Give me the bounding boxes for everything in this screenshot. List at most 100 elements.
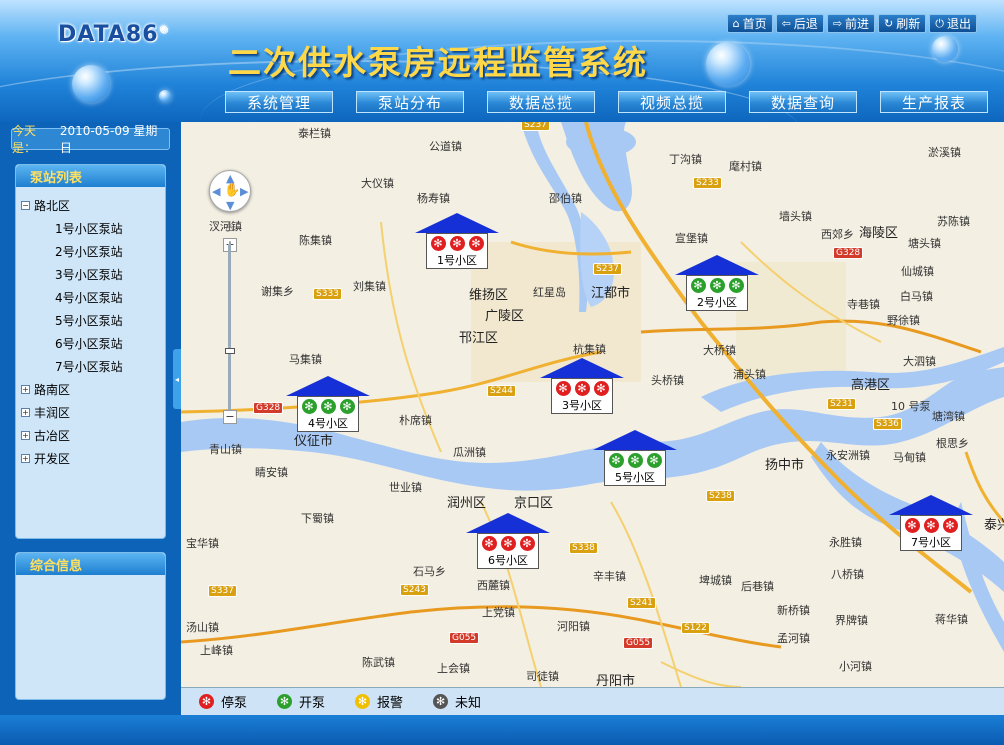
road-shield: S122 [681, 622, 710, 634]
map-place-label: 头桥镇 [651, 374, 684, 387]
tree-leaf-station[interactable]: 1号小区泵站 [21, 217, 165, 240]
map-place-label: 丹阳市 [596, 674, 636, 687]
map-place-label: 蒋华镇 [935, 613, 968, 626]
expand-icon[interactable]: + [21, 454, 30, 463]
map-place-label: 野徐镇 [887, 314, 920, 327]
station-body: ✻ ✻ ✻ 6号小区 [477, 533, 539, 569]
zoom-track[interactable] [228, 244, 231, 420]
pump-stopped-icon: ✻ [574, 381, 590, 396]
refresh-button[interactable]: ↻ 刷新 [878, 14, 927, 33]
map-place-label: 小河镇 [839, 660, 872, 673]
logo: DATA86® [58, 22, 170, 47]
zoom-handle[interactable] [225, 348, 235, 354]
power-icon: ⏻ [935, 16, 944, 30]
nav-data-overview[interactable]: 数据总揽 [487, 91, 595, 113]
nav-production-report[interactable]: 生产报表 [880, 91, 988, 113]
map-place-label: 海陵区 [859, 226, 899, 241]
pan-down-icon[interactable]: ▼ [226, 199, 234, 212]
map-zoom-control: ▲ ▼ ◀ ▶ ✋ ♙ + − [209, 170, 251, 424]
forward-button[interactable]: ⇨ 前进 [826, 14, 876, 33]
map-place-label: 高港区 [851, 378, 891, 393]
map-place-label: 寺巷镇 [847, 298, 880, 311]
pan-left-icon[interactable]: ◀ [212, 185, 220, 198]
pump-running-icon: ✻ [320, 399, 336, 414]
map-place-label: 上峰镇 [200, 644, 233, 657]
pump-station-2[interactable]: ✻ ✻ ✻ 2号小区 [675, 255, 759, 311]
pump-station-7[interactable]: ✻ ✻ ✻ 7号小区 [889, 495, 973, 551]
sidebar-collapse-toggle[interactable]: ◂ [173, 349, 181, 409]
map-pan-control[interactable]: ▲ ▼ ◀ ▶ ✋ [209, 170, 251, 212]
road-shield: S333 [313, 288, 342, 300]
tree-node-lubei[interactable]: − 路北区 [21, 194, 165, 217]
back-button[interactable]: ⇦ 后退 [775, 14, 824, 33]
zoom-slider[interactable]: ♙ + − [223, 220, 237, 460]
map-place-label: 泰栏镇 [298, 127, 331, 140]
nav-data-query[interactable]: 数据查询 [749, 91, 857, 113]
tree-leaf-station[interactable]: 2号小区泵站 [21, 240, 165, 263]
tree-leaf-station[interactable]: 4号小区泵站 [21, 286, 165, 309]
map-view[interactable]: 泰栏镇 公道镇 大仪镇 杨寿镇 邵伯镇 丁沟镇 麾村镇 淤溪镇 汊河镇 陈集镇 … [181, 122, 1004, 687]
pegman-icon[interactable]: ♙ [224, 220, 235, 234]
expand-icon[interactable]: + [21, 408, 30, 417]
map-place-label: 泰兴 [984, 518, 1004, 533]
map-place-label: 苏陈镇 [937, 215, 970, 228]
tree-leaf-station[interactable]: 6号小区泵站 [21, 332, 165, 355]
map-place-label: 红星岛 [533, 286, 566, 299]
tree-node-fengrun[interactable]: + 丰润区 [21, 401, 165, 424]
map-place-label: 仙城镇 [901, 265, 934, 278]
map-place-label: 根思乡 [936, 437, 969, 450]
map-place-label: 仪征市 [294, 434, 334, 449]
road-shield: S231 [827, 398, 856, 410]
road-shield: S243 [400, 584, 429, 596]
map-place-label: 界牌镇 [835, 614, 868, 627]
pan-right-icon[interactable]: ▶ [240, 185, 248, 198]
tree-node-guye[interactable]: + 古冶区 [21, 424, 165, 447]
station-roof [593, 430, 677, 450]
pump-stopped-icon: ✻ [430, 236, 446, 251]
pump-station-3[interactable]: ✻ ✻ ✻ 3号小区 [540, 358, 624, 414]
zoom-out-button[interactable]: − [223, 410, 237, 424]
pump-station-5[interactable]: ✻ ✻ ✻ 5号小区 [593, 430, 677, 486]
station-roof [889, 495, 973, 515]
tree-leaf-station[interactable]: 3号小区泵站 [21, 263, 165, 286]
map-place-label: 大桥镇 [703, 344, 736, 357]
map-place-label: 世业镇 [389, 481, 422, 494]
expand-icon[interactable]: + [21, 431, 30, 440]
back-arrow-icon: ⇦ [781, 17, 791, 30]
expand-icon[interactable]: + [21, 385, 30, 394]
legend-item-alarm: ✻ 报警 [355, 692, 403, 711]
tree-leaf-station[interactable]: 5号小区泵站 [21, 309, 165, 332]
tree-node-lunan[interactable]: + 路南区 [21, 378, 165, 401]
pump-station-6[interactable]: ✻ ✻ ✻ 6号小区 [466, 513, 550, 569]
map-place-label: 新桥镇 [777, 604, 810, 617]
map-place-label: 上党镇 [482, 606, 515, 619]
home-button[interactable]: ⌂ 首页 [726, 14, 773, 33]
pump-running-icon: ✻ [339, 399, 355, 414]
map-place-label: 扬中市 [765, 458, 805, 473]
tree-leaf-station[interactable]: 7号小区泵站 [21, 355, 165, 378]
station-roof [466, 513, 550, 533]
pump-running-icon: ✻ [277, 694, 293, 709]
main-nav: 系统管理 泵站分布 数据总揽 视频总揽 数据查询 生产报表 [225, 91, 988, 113]
pump-running-icon: ✻ [709, 278, 725, 293]
panel-title: 综合信息 [16, 553, 165, 575]
logout-button[interactable]: ⏻ 退出 [929, 14, 977, 33]
map-place-label: 埤城镇 [699, 574, 732, 587]
station-list-panel: 泵站列表 − 路北区 1号小区泵站 2号小区泵站 3号小区泵站 4号小区泵站 5号… [15, 164, 166, 539]
tree-node-kaifa[interactable]: + 开发区 [21, 447, 165, 470]
map-place-label: 八桥镇 [831, 568, 864, 581]
station-body: ✻ ✻ ✻ 1号小区 [426, 233, 488, 269]
map-place-label: 西郊乡 [821, 228, 854, 241]
map-place-label: 睛安镇 [255, 466, 288, 479]
nav-station-distribution[interactable]: 泵站分布 [356, 91, 464, 113]
refresh-icon: ↻ [884, 17, 894, 30]
pump-station-1[interactable]: ✻ ✻ ✻ 1号小区 [415, 213, 499, 269]
road-shield: S233 [693, 177, 722, 189]
pump-station-4[interactable]: ✻ ✻ ✻ 4号小区 [286, 376, 370, 432]
bubble-decoration [932, 36, 958, 62]
nav-system-management[interactable]: 系统管理 [225, 91, 333, 113]
nav-video-overview[interactable]: 视频总揽 [618, 91, 726, 113]
station-body: ✻ ✻ ✻ 7号小区 [900, 515, 962, 551]
station-body: ✻ ✻ ✻ 4号小区 [297, 396, 359, 432]
collapse-icon[interactable]: − [21, 201, 30, 210]
